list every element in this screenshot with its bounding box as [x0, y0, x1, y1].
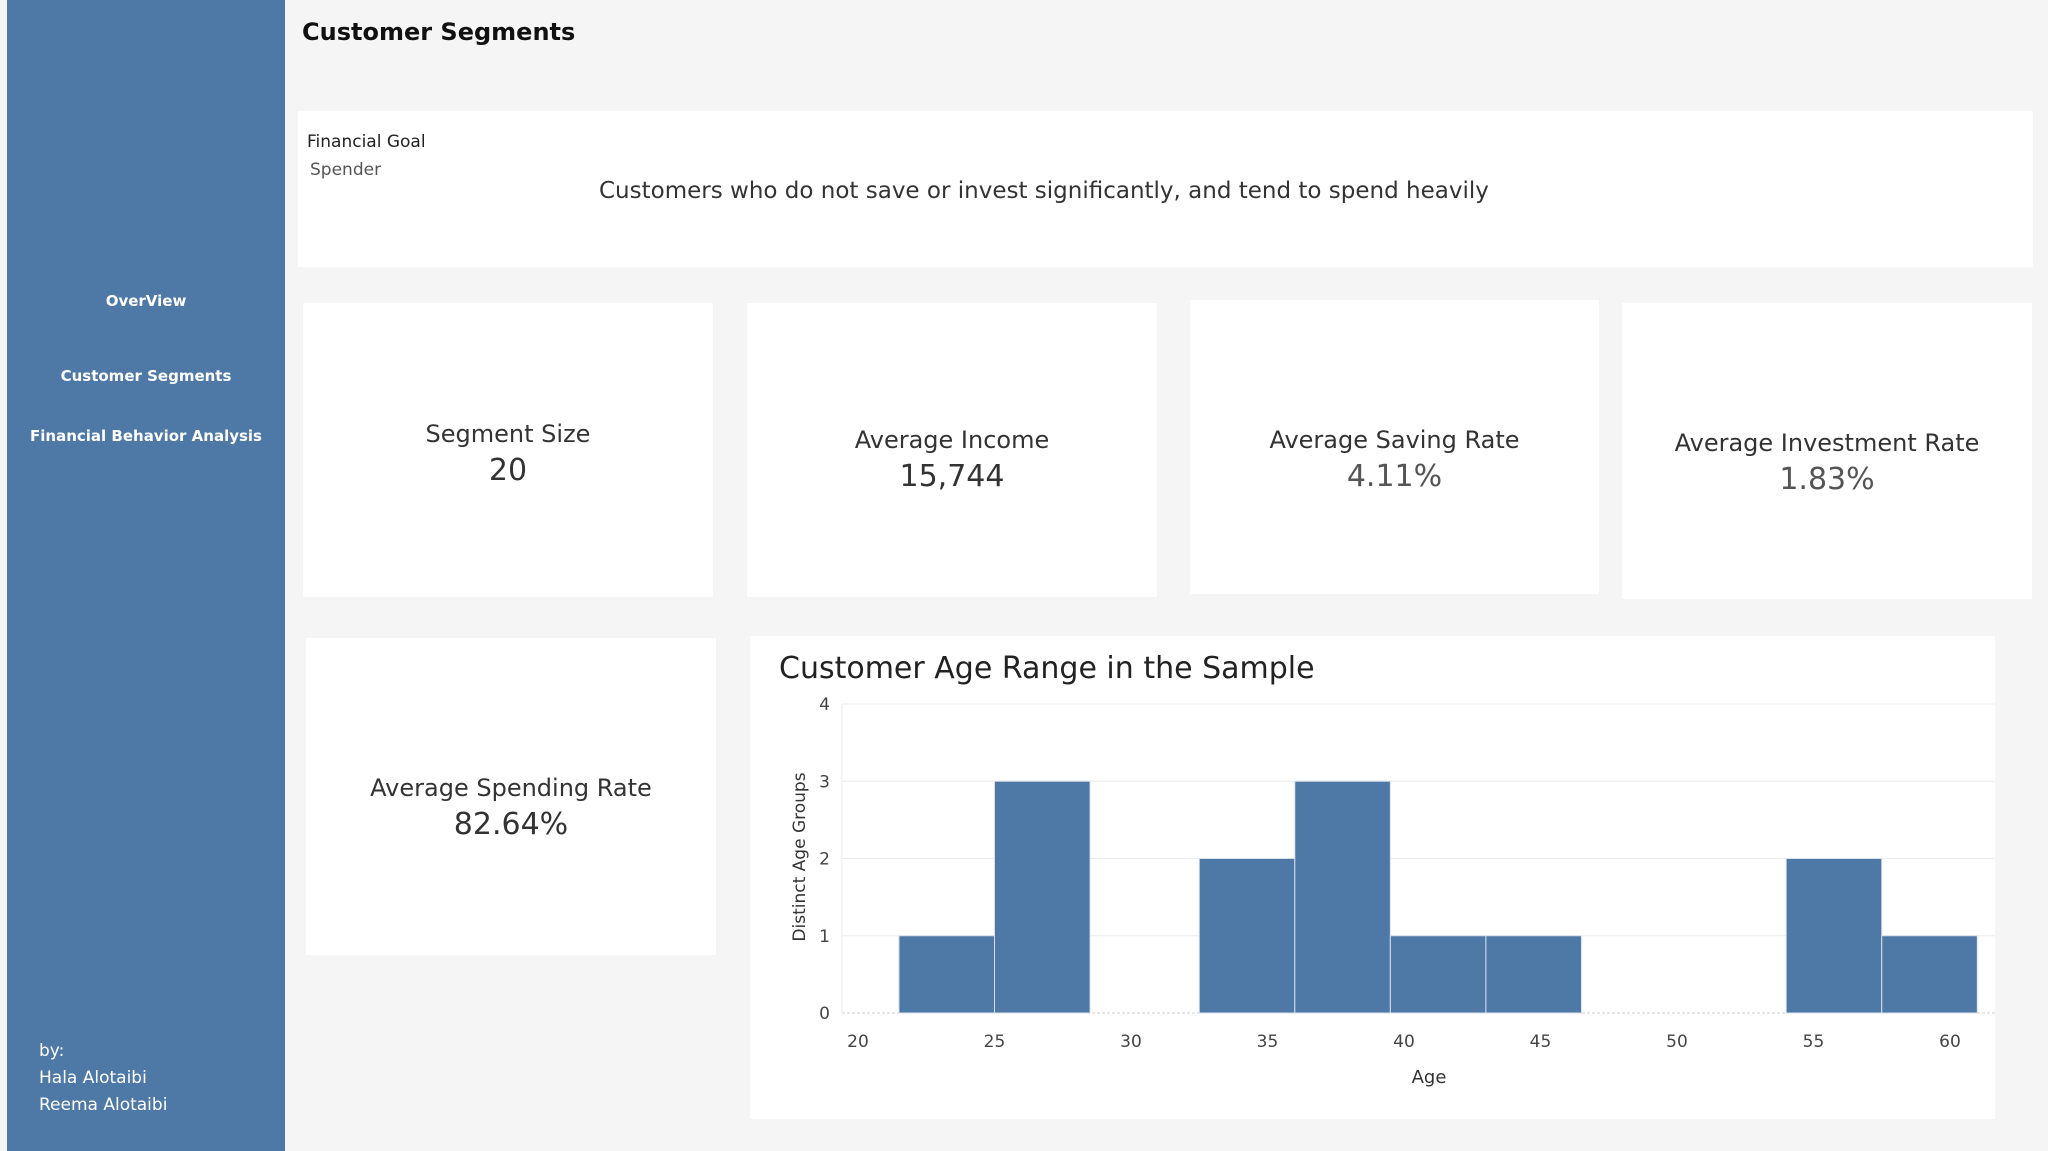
- y-tick-label: 0: [819, 1004, 830, 1024]
- kpi-label: Average Spending Rate: [370, 774, 652, 802]
- kpi-label: Average Saving Rate: [1269, 426, 1520, 454]
- histogram-bar[interactable]: [1785, 858, 1883, 1014]
- x-tick-label: 25: [984, 1032, 1006, 1052]
- kpi-segment-size-card: Segment Size 20: [303, 303, 713, 597]
- x-tick-label: 35: [1257, 1032, 1279, 1052]
- histogram-bar[interactable]: [1485, 935, 1582, 1014]
- segment-description: Customers who do not save or invest sign…: [599, 178, 1489, 204]
- kpi-value: 1.83%: [1779, 462, 1875, 497]
- authors: by: Hala Alotaibi Reema Alotaibi: [39, 1038, 167, 1119]
- nav-overview[interactable]: OverView: [7, 292, 285, 310]
- y-axis-title: Distinct Age Groups: [790, 772, 810, 941]
- nav-customer-segments[interactable]: Customer Segments: [7, 367, 285, 385]
- x-axis-title: Age: [1412, 1067, 1447, 1088]
- x-tick-label: 40: [1393, 1032, 1415, 1052]
- author-name: Reema Alotaibi: [39, 1095, 168, 1115]
- age-histogram-card: Customer Age Range in the Sample 0 1 2 3 4 20…: [750, 636, 1995, 1119]
- sidebar: OverView Customer Segments Financial Beh…: [7, 0, 285, 1151]
- kpi-value: 82.64%: [453, 807, 569, 842]
- kpi-label: Average Investment Rate: [1674, 429, 1980, 457]
- kpi-average-spending-rate-card: Average Spending Rate 82.64%: [306, 638, 716, 955]
- histogram-bar[interactable]: [1294, 780, 1391, 1014]
- financial-goal-filter-card: Financial Goal Spender Customers who do …: [298, 111, 2033, 267]
- kpi-label: Segment Size: [425, 420, 591, 448]
- kpi-label: Average Income: [854, 426, 1050, 454]
- histogram-bar[interactable]: [994, 780, 1091, 1014]
- nav-financial-behavior-analysis[interactable]: Financial Behavior Analysis: [7, 427, 285, 445]
- y-tick-label: 1: [819, 927, 830, 947]
- x-tick-label: 60: [1939, 1032, 1961, 1052]
- authors-label: by:: [39, 1041, 65, 1061]
- y-tick-label: 3: [819, 772, 830, 792]
- kpi-average-income-card: Average Income 15,744: [747, 303, 1157, 597]
- kpi-average-investment-rate-card: Average Investment Rate 1.83%: [1622, 303, 2032, 599]
- y-tick-label: 4: [819, 695, 830, 715]
- histogram-bar[interactable]: [898, 935, 995, 1014]
- kpi-value: 15,744: [899, 459, 1005, 494]
- financial-goal-value[interactable]: Spender: [310, 160, 381, 180]
- x-tick-label: 20: [847, 1032, 869, 1052]
- histogram-bar[interactable]: [1389, 935, 1487, 1014]
- age-histogram-chart: 0 1 2 3 4 20 25 30 35 40 45 50 55 60 Age Distinct Age…: [790, 695, 1995, 1088]
- x-tick-label: 45: [1530, 1032, 1552, 1052]
- page-title: Customer Segments: [302, 18, 576, 46]
- histogram-bar[interactable]: [1881, 935, 1978, 1014]
- kpi-value: 20: [488, 453, 528, 488]
- histogram-bar[interactable]: [1198, 858, 1296, 1014]
- financial-goal-label: Financial Goal: [307, 132, 426, 152]
- kpi-value: 4.11%: [1346, 459, 1443, 494]
- y-tick-label: 2: [819, 850, 830, 870]
- kpi-average-saving-rate-card: Average Saving Rate 4.11%: [1190, 300, 1599, 594]
- x-tick-label: 50: [1666, 1032, 1688, 1052]
- x-tick-label: 30: [1120, 1032, 1142, 1052]
- x-tick-label: 55: [1803, 1032, 1825, 1052]
- author-name: Hala Alotaibi: [39, 1068, 147, 1088]
